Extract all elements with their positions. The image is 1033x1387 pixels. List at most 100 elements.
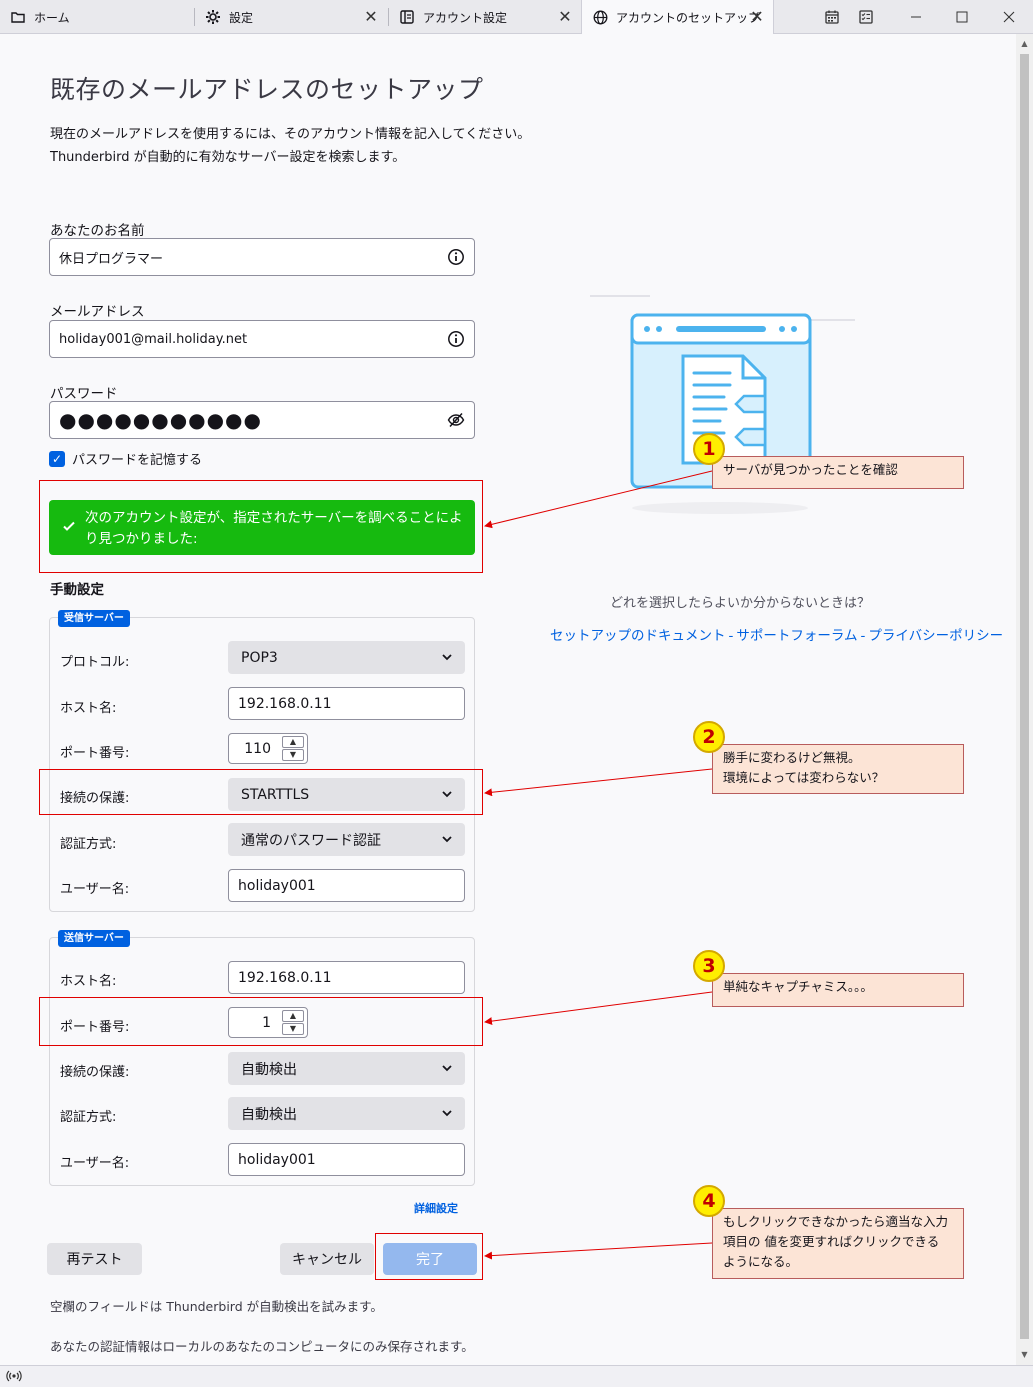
annotation-highlight-security	[39, 769, 483, 815]
name-input[interactable]: 休日プログラマー	[49, 238, 475, 276]
cancel-button[interactable]: キャンセル	[280, 1243, 374, 1275]
annotation-callout-4: もしクリックできなかったら適当な入力 項目の 値を変更すればクリックできる よう…	[712, 1208, 964, 1279]
password-label: パスワード	[50, 386, 118, 402]
account-settings-icon	[399, 9, 415, 25]
callout-text: 勝手に変わるけど無視。	[723, 750, 861, 765]
callout-text: ようになる。	[723, 1254, 799, 1269]
maximize-icon[interactable]	[950, 5, 974, 29]
outgoing-username-label: ユーザー名:	[60, 1156, 130, 1171]
incoming-server-legend: 受信サーバー	[58, 610, 130, 627]
incoming-auth-label: 認証方式:	[60, 837, 117, 852]
decrement-icon[interactable]: ▼	[282, 749, 304, 761]
annotation-highlight-success	[39, 480, 483, 573]
tab-label: アカウントのセットアップ	[616, 10, 761, 25]
close-icon[interactable]: ✕	[557, 9, 573, 25]
outgoing-server-legend: 送信サーバー	[58, 930, 130, 947]
help-links: セットアップのドキュメント - サポートフォーラム - プライバシーポリシー	[550, 624, 1003, 644]
callout-text: 環境によっては変わらない？	[723, 770, 885, 785]
tab-label: アカウント設定	[423, 10, 508, 25]
outgoing-auth-label: 認証方式:	[60, 1110, 117, 1125]
globe-icon	[592, 9, 608, 25]
outgoing-username-value: holiday001	[238, 1151, 316, 1168]
tab-home[interactable]: ホーム	[0, 0, 194, 34]
chevron-down-icon	[442, 654, 452, 661]
annotation-badge-1: 1	[693, 433, 725, 465]
link-separator: -	[860, 628, 866, 644]
minimize-icon[interactable]	[904, 5, 928, 29]
outgoing-security-label: 接続の保護:	[60, 1065, 130, 1080]
email-label: メールアドレス	[50, 304, 145, 320]
help-question: どれを選択したらよいか分からないときは？	[610, 596, 871, 611]
scroll-up-icon[interactable]: ▲	[1016, 36, 1033, 52]
outgoing-username-input[interactable]: holiday001	[228, 1143, 465, 1176]
tab-account-setup[interactable]: アカウントのセットアップ ✕	[581, 0, 774, 34]
incoming-port-stepper[interactable]: 110 ▲ ▼	[228, 733, 308, 764]
info-icon[interactable]	[447, 330, 465, 348]
tab-settings[interactable]: 設定 ✕	[195, 0, 387, 34]
incoming-host-input[interactable]: 192.168.0.11	[228, 687, 465, 720]
retest-button[interactable]: 再テスト	[47, 1243, 142, 1275]
info-icon[interactable]	[447, 248, 465, 266]
port-spinner: ▲ ▼	[282, 736, 304, 761]
privacy-policy-link[interactable]: プライバシーポリシー	[868, 628, 1003, 644]
close-icon[interactable]: ✕	[749, 9, 765, 25]
annotation-badge-4: 4	[693, 1185, 725, 1217]
advanced-config-link[interactable]: 詳細設定	[414, 1200, 458, 1216]
scrollbar-thumb[interactable]	[1020, 54, 1029, 1339]
remember-password-label: パスワードを記憶する	[72, 453, 203, 468]
checkbox-checked-icon[interactable]: ✓	[49, 450, 65, 467]
incoming-username-input[interactable]: holiday001	[228, 869, 465, 902]
password-input[interactable]: ●●●●●●●●●●●	[49, 401, 475, 439]
incoming-auth-select[interactable]: 通常のパスワード認証	[228, 823, 465, 856]
close-window-icon[interactable]	[997, 5, 1021, 29]
annotation-callout-3: 単純なキャプチャミス。。。	[712, 973, 964, 1007]
incoming-username-label: ユーザー名:	[60, 882, 130, 897]
intro-line: 現在のメールアドレスを使用するには、そのアカウント情報を記入してください。	[50, 127, 531, 142]
status-bar	[0, 1365, 1033, 1387]
tasks-icon[interactable]	[854, 5, 878, 29]
support-forum-link[interactable]: サポートフォーラム	[736, 628, 857, 644]
tab-account-settings[interactable]: アカウント設定 ✕	[389, 0, 581, 34]
online-status-icon[interactable]	[6, 1369, 22, 1386]
email-input[interactable]: holiday001@mail.holiday.net	[49, 320, 475, 358]
intro-line: Thunderbird が自動的に有効なサーバー設定を検索します。	[50, 150, 406, 165]
password-value: ●●●●●●●●●●●	[59, 408, 262, 432]
email-value: holiday001@mail.holiday.net	[59, 331, 248, 347]
eye-hidden-icon[interactable]	[447, 411, 465, 429]
calendar-icon[interactable]	[820, 5, 844, 29]
incoming-protocol-label: プロトコル:	[60, 655, 130, 670]
outgoing-auth-value: 自動検出	[241, 1106, 297, 1123]
incoming-protocol-value: POP3	[241, 649, 278, 666]
incoming-protocol-select[interactable]: POP3	[228, 641, 465, 674]
manual-config-heading: 手動設定	[50, 582, 104, 598]
chevron-down-icon	[442, 1065, 452, 1072]
chevron-down-icon	[442, 836, 452, 843]
setup-docs-link[interactable]: セットアップのドキュメント	[550, 628, 726, 644]
annotation-badge-3: 3	[693, 950, 725, 982]
annotation-highlight-port	[39, 997, 483, 1046]
callout-text: 項目の 値を変更すればクリックできる	[723, 1234, 940, 1249]
scroll-down-icon[interactable]: ▼	[1016, 1347, 1033, 1363]
vertical-scrollbar[interactable]: ▲ ▼	[1016, 34, 1033, 1365]
incoming-auth-value: 通常のパスワード認証	[241, 832, 381, 849]
remember-password-checkbox[interactable]: ✓ パスワードを記憶する	[49, 449, 202, 468]
incoming-username-value: holiday001	[238, 877, 316, 894]
annotation-callout-2: 勝手に変わるけど無視。 環境によっては変わらない？	[712, 744, 964, 794]
annotation-badge-2: 2	[693, 721, 725, 753]
callout-text: もしクリックできなかったら適当な入力	[723, 1214, 949, 1229]
incoming-host-value: 192.168.0.11	[238, 695, 332, 712]
incoming-port-value: 110	[244, 741, 271, 757]
autodetect-note: 空欄のフィールドは Thunderbird が自動検出を試みます。	[50, 1299, 383, 1314]
incoming-port-label: ポート番号:	[60, 746, 130, 761]
increment-icon[interactable]: ▲	[282, 736, 304, 748]
outgoing-auth-select[interactable]: 自動検出	[228, 1097, 465, 1130]
outgoing-host-input[interactable]: 192.168.0.11	[228, 961, 465, 994]
callout-text: サーバが見つかったことを確認	[723, 462, 898, 477]
outgoing-security-select[interactable]: 自動検出	[228, 1052, 465, 1085]
incoming-host-label: ホスト名:	[60, 701, 117, 716]
local-storage-note: あなたの認証情報はローカルのあなたのコンピュータにのみ保存されます。	[50, 1339, 474, 1354]
annotation-callout-1: サーバが見つかったことを確認	[712, 456, 964, 489]
close-icon[interactable]: ✕	[363, 9, 379, 25]
link-separator: -	[728, 628, 734, 644]
outgoing-host-label: ホスト名:	[60, 974, 117, 989]
